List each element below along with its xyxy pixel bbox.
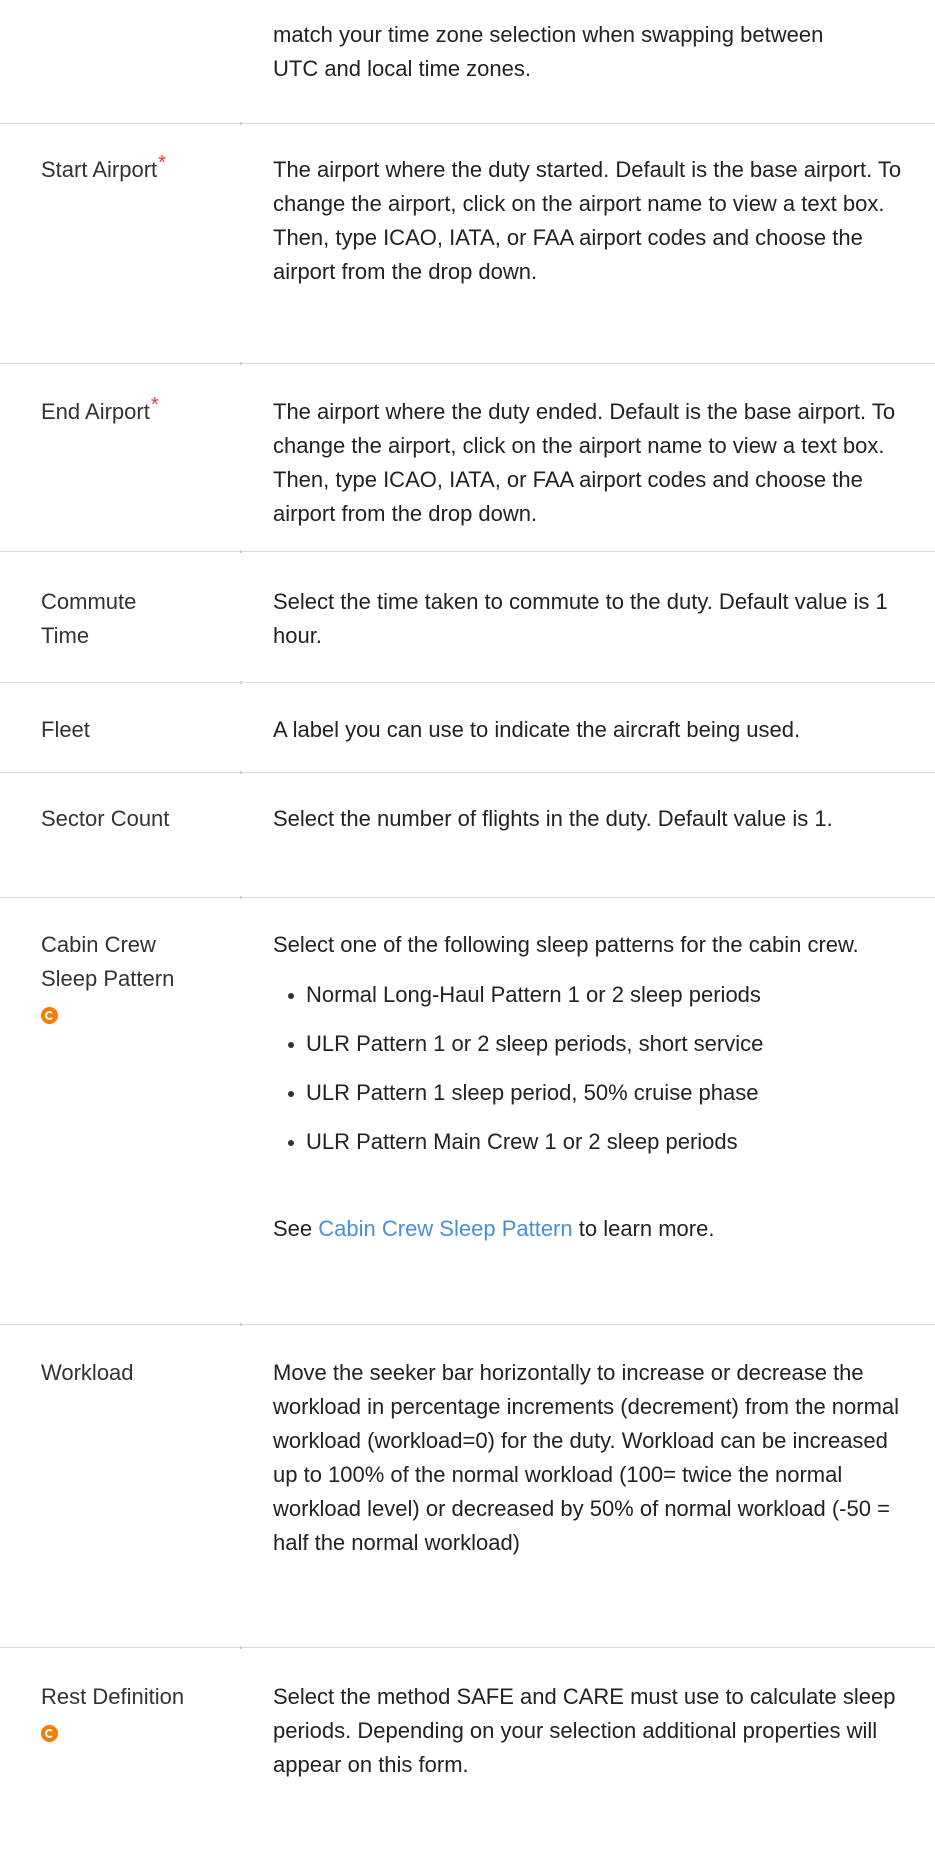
table-row: Workload Move the seeker bar horizontall…: [0, 1325, 935, 1649]
property-description: A label you can use to indicate the airc…: [273, 717, 801, 742]
table-row: End Airport* The airport where the duty …: [0, 364, 935, 553]
properties-table: match your time zone selection when swap…: [0, 0, 935, 1867]
property-description: The airport where the duty ended. Defaul…: [273, 399, 896, 526]
property-label: Sector Count: [41, 806, 170, 831]
property-label-text: Cabin Crew Sleep Pattern: [41, 932, 175, 991]
care-icon: [41, 1006, 58, 1024]
property-description: Move the seeker bar horizontally to incr…: [273, 1360, 900, 1555]
table-row: Rest Definition Select the method SAFE a…: [0, 1648, 935, 1867]
sleep-pattern-list: Normal Long-Haul Pattern 1 or 2 sleep pe…: [273, 978, 913, 1159]
property-description: Select the number of flights in the duty…: [273, 806, 833, 831]
required-asterisk: *: [150, 394, 159, 416]
list-item: Normal Long-Haul Pattern 1 or 2 sleep pe…: [288, 978, 913, 1012]
property-description: match your time zone selection when swap…: [273, 22, 824, 81]
property-label: Commute Time: [41, 589, 137, 648]
care-icon: [41, 1724, 58, 1742]
table-row: Cabin Crew Sleep Pattern Select one of t…: [0, 898, 935, 1326]
property-label-text: End Airport: [41, 399, 150, 424]
cabin-crew-sleep-pattern-link[interactable]: Cabin Crew Sleep Pattern: [318, 1216, 572, 1241]
list-item: ULR Pattern Main Crew 1 or 2 sleep perio…: [288, 1125, 913, 1159]
property-description-text: Select one of the following sleep patter…: [273, 932, 859, 957]
property-label: Fleet: [41, 717, 90, 742]
property-description: Select one of the following sleep patter…: [273, 928, 913, 1246]
table-row: Start Airport* The airport where the dut…: [0, 124, 935, 365]
property-description: Select the time taken to commute to the …: [273, 589, 888, 648]
table-row: Sector Count Select the number of flight…: [0, 773, 935, 899]
required-asterisk: *: [158, 152, 166, 174]
list-item: ULR Pattern 1 or 2 sleep periods, short …: [288, 1027, 913, 1061]
see-prefix: See: [273, 1216, 319, 1241]
table-row: Fleet A label you can use to indicate th…: [0, 683, 935, 774]
see-suffix: to learn more.: [572, 1216, 715, 1241]
property-label: Cabin Crew Sleep Pattern: [41, 928, 201, 1030]
property-label: Start Airport*: [41, 152, 216, 188]
property-label-text: Rest Definition: [41, 1684, 185, 1709]
property-description: The airport where the duty started. Defa…: [273, 157, 902, 284]
property-label-text: Start Airport: [41, 157, 158, 182]
property-label: Workload: [41, 1360, 134, 1385]
property-label: Rest Definition: [41, 1680, 216, 1748]
property-label: End Airport*: [41, 394, 216, 430]
property-description: Select the method SAFE and CARE must use…: [273, 1684, 896, 1777]
list-item: ULR Pattern 1 sleep period, 50% cruise p…: [288, 1076, 913, 1110]
see-also: See Cabin Crew Sleep Pattern to learn mo…: [273, 1212, 913, 1246]
table-row: match your time zone selection when swap…: [0, 0, 935, 125]
table-row: Commute Time Select the time taken to co…: [0, 552, 935, 684]
